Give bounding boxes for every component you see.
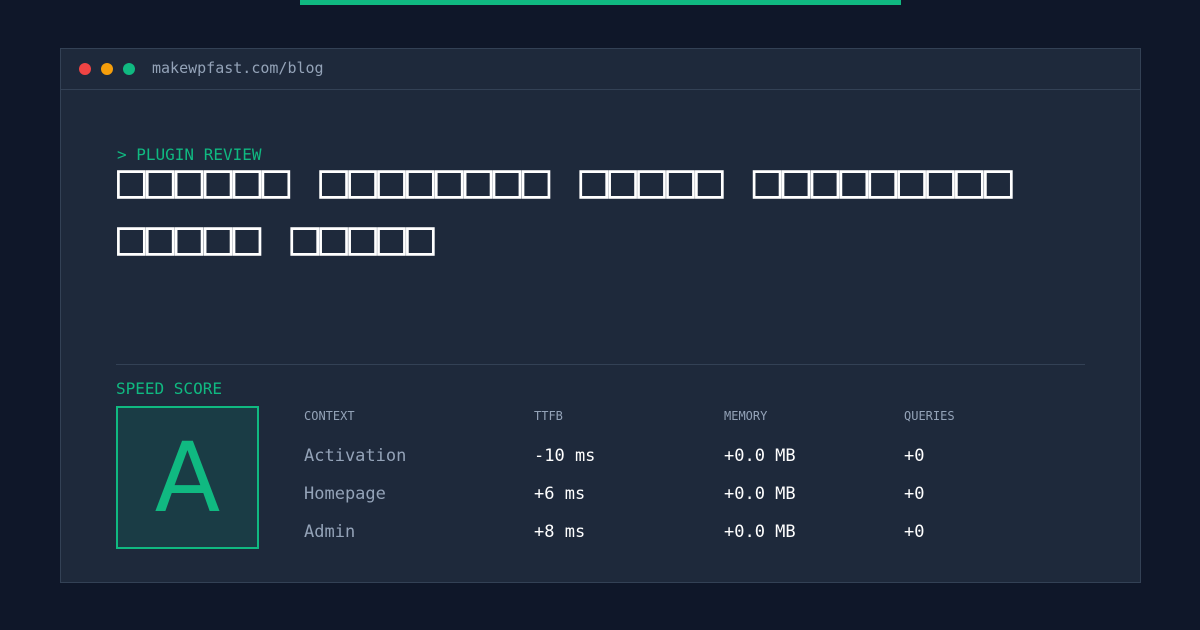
table-row: Homepage +6 ms +0.0 MB +0 [304,480,1084,518]
window-url: makewpfast.com/blog [152,59,324,77]
speed-score-label: SPEED SCORE [116,379,222,398]
table-row: Admin +8 ms +0.0 MB +0 [304,518,1084,556]
speed-score-box: A [116,406,259,549]
browser-window: makewpfast.com/blog > PLUGIN REVIEW □□□□… [60,48,1141,583]
memory-cell: +0.0 MB [724,522,796,542]
maximize-dot-icon [123,63,135,75]
section-divider [116,364,1085,365]
window-titlebar: makewpfast.com/blog [61,49,1140,90]
context-column-header: CONTEXT [304,409,355,423]
context-cell: Activation [304,446,407,466]
speed-score-grade: A [154,421,221,534]
top-accent-bar [300,0,901,5]
queries-cell: +0 [904,522,925,542]
ttfb-cell: +8 ms [534,522,586,542]
metrics-header-row: CONTEXT TTFB MEMORY QUERIES [304,408,1084,442]
context-cell: Homepage [304,484,386,504]
memory-cell: +0.0 MB [724,484,796,504]
memory-column-header: MEMORY [724,409,768,423]
table-row: Activation -10 ms +0.0 MB +0 [304,442,1084,480]
context-cell: Admin [304,522,356,542]
page-title: □□□□□□ □□□□□□□□ □□□□□ □□□□□□□□□ □□□□□ □□… [117,153,1013,266]
minimize-dot-icon [101,63,113,75]
queries-column-header: QUERIES [904,409,955,423]
close-dot-icon [79,63,91,75]
queries-cell: +0 [904,484,925,504]
memory-cell: +0.0 MB [724,446,796,466]
metrics-table: CONTEXT TTFB MEMORY QUERIES Activation -… [304,408,1084,556]
ttfb-cell: +6 ms [534,484,586,504]
ttfb-cell: -10 ms [534,446,596,466]
ttfb-column-header: TTFB [534,409,563,423]
queries-cell: +0 [904,446,925,466]
